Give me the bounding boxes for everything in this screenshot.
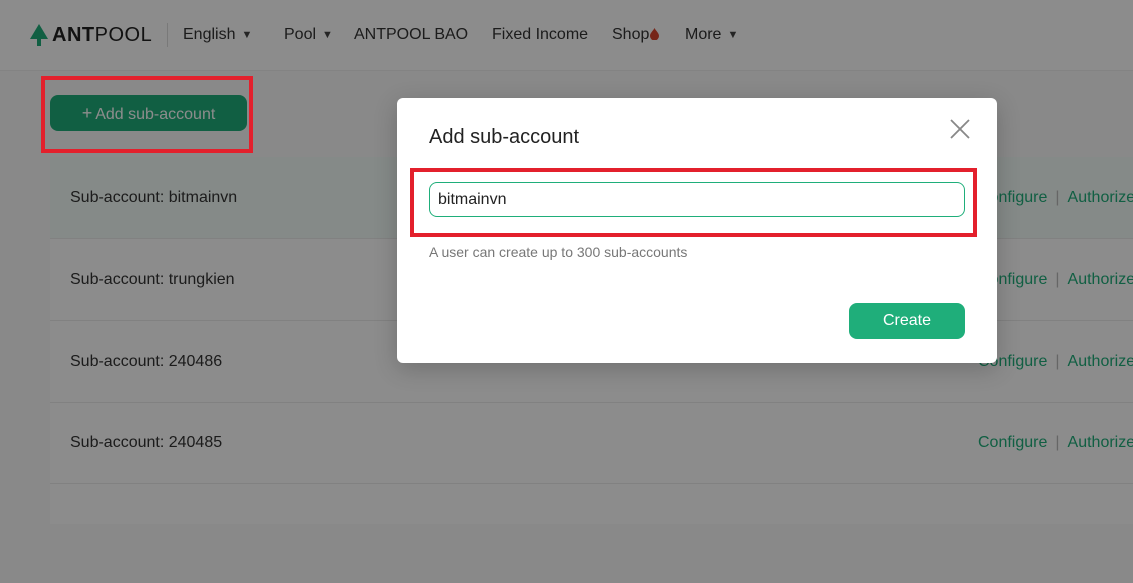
sub-account-limit-hint: A user can create up to 300 sub-accounts (429, 244, 688, 260)
sub-account-name-input[interactable] (429, 182, 965, 217)
close-button[interactable] (948, 117, 972, 141)
close-icon (950, 119, 970, 139)
dialog-title: Add sub-account (429, 126, 580, 148)
create-button[interactable]: Create (849, 303, 965, 339)
add-sub-account-dialog: Add sub-account A user can create up to … (397, 98, 997, 363)
